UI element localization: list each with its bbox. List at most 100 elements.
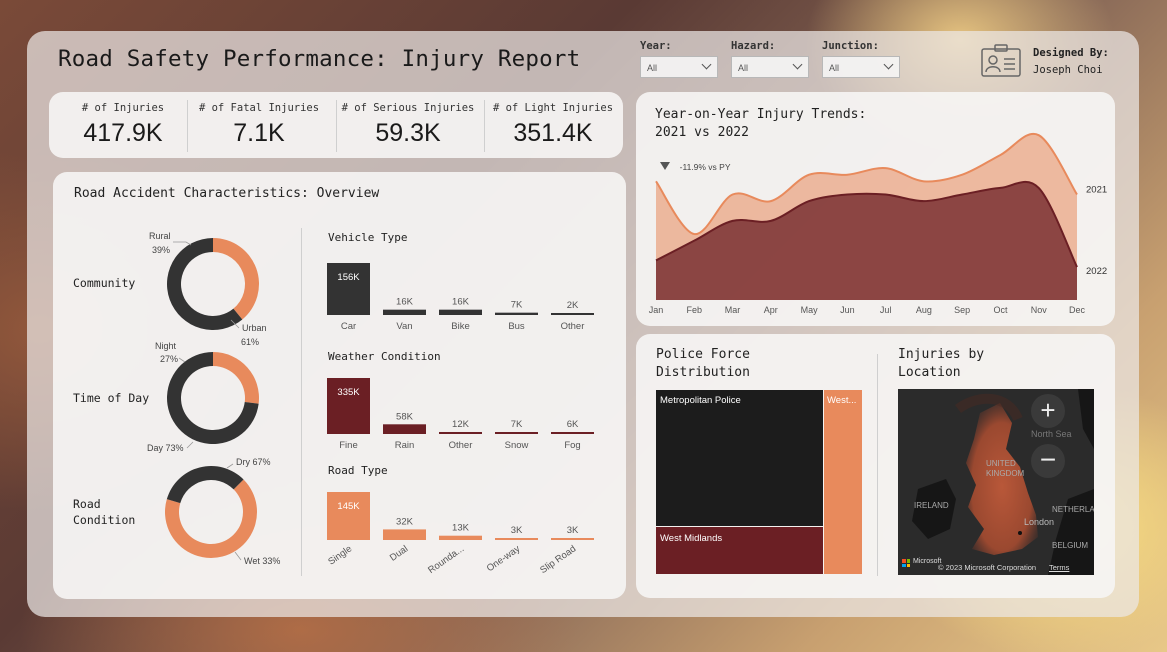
bar[interactable] xyxy=(439,309,482,315)
hazard-slicer-label: Hazard: xyxy=(731,40,776,52)
bar-data-label: 16K xyxy=(396,297,414,308)
bar-category-label: One-way xyxy=(485,543,523,574)
kpi-label: # of Light Injuries xyxy=(492,102,614,114)
bar[interactable] xyxy=(327,263,370,315)
bar[interactable] xyxy=(495,432,538,434)
bar-data-label: 12K xyxy=(452,419,470,430)
bar-category-label: Single xyxy=(326,543,354,567)
bar-data-label: 3K xyxy=(567,525,579,536)
x-tick-label: Mar xyxy=(725,305,741,315)
bar-data-label: 335K xyxy=(337,387,360,398)
x-tick-label: Jul xyxy=(880,305,892,315)
map-title: Injuries by Location xyxy=(898,347,985,380)
bar[interactable] xyxy=(495,312,538,315)
junction-slicer[interactable]: Junction: All xyxy=(822,40,900,78)
junction-slicer-label: Junction: xyxy=(822,40,879,52)
junction-dropdown[interactable]: All xyxy=(822,56,900,78)
kpi-value: 417.9K xyxy=(83,119,163,147)
x-tick-label: Nov xyxy=(1031,305,1048,315)
kpi-card: # of Injuries 417.9K # of Fatal Injuries… xyxy=(49,92,623,158)
bar[interactable] xyxy=(551,538,594,540)
bar[interactable] xyxy=(383,529,426,540)
bar[interactable] xyxy=(495,538,538,540)
designer-label: Designed By: xyxy=(1033,47,1109,59)
overview-card: Road Accident Characteristics: Overview … xyxy=(53,172,626,599)
bar-data-label: 7K xyxy=(511,300,523,311)
x-tick-label: Apr xyxy=(764,305,778,315)
map-terms-link[interactable]: Terms xyxy=(1049,563,1069,572)
map-label-belgium: BELGIUM xyxy=(1052,541,1089,550)
kpi-fatal: # of Fatal Injuries 7.1K xyxy=(185,92,333,158)
area-2022[interactable] xyxy=(656,181,1077,300)
year-slicer-label: Year: xyxy=(640,40,672,52)
map-label-uk: UNITED KINGDOM xyxy=(986,459,1025,478)
x-tick-label: Oct xyxy=(993,305,1008,315)
bar-category-label: Car xyxy=(341,321,356,332)
x-tick-label: Jun xyxy=(840,305,855,315)
bar[interactable] xyxy=(327,492,370,540)
chevron-down-icon xyxy=(701,59,712,70)
map-attribution: © 2023 Microsoft Corporation xyxy=(938,563,1037,572)
bar-category-label: Van xyxy=(396,321,412,332)
year-dropdown[interactable]: All xyxy=(640,56,718,78)
bar-category-label: Dual xyxy=(388,543,410,563)
bar-data-label: 156K xyxy=(337,272,360,283)
bar[interactable] xyxy=(439,431,482,434)
distribution-card: Police Force Distribution Injuries by Lo… xyxy=(636,334,1115,598)
x-tick-label: Jan xyxy=(649,305,664,315)
kpi-value: 351.4K xyxy=(513,119,593,147)
map-label-netherlands: NETHERLANDS xyxy=(1052,505,1094,514)
treemap: Metropolitan Police West Midlands West..… xyxy=(656,390,862,574)
map-label-london: London xyxy=(1024,517,1055,527)
bar[interactable] xyxy=(383,424,426,434)
treemap-tile[interactable]: Metropolitan Police xyxy=(656,390,823,526)
bar-category-label: Rain xyxy=(395,440,415,451)
trend-card: Year-on-Year Injury Trends: 2021 vs 2022… xyxy=(636,92,1115,326)
bar-category-label: Snow xyxy=(505,440,529,451)
bar-category-label: Rounda... xyxy=(426,543,466,576)
zoom-in-button[interactable]: + xyxy=(1031,394,1065,428)
bar[interactable] xyxy=(551,432,594,434)
bar-data-label: 2K xyxy=(567,300,579,311)
designer-info: Designed By: Joseph Choi xyxy=(980,44,1109,82)
treemap-tile-label: West Midlands xyxy=(660,533,723,544)
id-card-icon xyxy=(981,44,1021,77)
bar-data-label: 16K xyxy=(452,297,470,308)
designer-name: Joseph Choi xyxy=(1033,64,1103,76)
microsoft-logo-icon xyxy=(902,559,910,567)
bar-charts: 156K Car 16K Van 16K Bike 7K Bus 2K Other 335K Fine… xyxy=(326,263,594,576)
bar[interactable] xyxy=(551,313,594,315)
bar-category-label: Bike xyxy=(451,321,469,332)
chevron-down-icon xyxy=(792,59,803,70)
trend-area-chart: 2021 2022 Jan Feb Mar Apr May Jun Jul Aug Sep Oct No… xyxy=(649,132,1107,315)
series-label: 2021 xyxy=(1086,185,1107,196)
map-view[interactable]: + − North Sea UNITED KINGDOM IRELAND NET… xyxy=(898,389,1094,575)
bar[interactable] xyxy=(383,309,426,315)
bar-data-label: 13K xyxy=(452,523,470,534)
year-dropdown-value: All xyxy=(647,63,658,73)
x-tick-label: Aug xyxy=(916,305,932,315)
treemap-tile-label: West... xyxy=(827,395,857,406)
divider xyxy=(877,354,878,576)
map-label-ireland: IRELAND xyxy=(914,501,949,510)
kpi-value: 59.3K xyxy=(375,119,441,147)
bar[interactable] xyxy=(439,535,482,540)
x-tick-label: Feb xyxy=(687,305,703,315)
hazard-dropdown[interactable]: All xyxy=(731,56,809,78)
bar-category-label: Slip Road xyxy=(538,543,578,576)
treemap-tile[interactable]: West... xyxy=(824,390,862,574)
bar-data-label: 145K xyxy=(337,501,360,512)
zoom-out-button[interactable]: − xyxy=(1031,444,1065,478)
bar-data-label: 7K xyxy=(511,419,523,430)
junction-dropdown-value: All xyxy=(829,63,840,73)
bar-data-label: 6K xyxy=(567,419,579,430)
chevron-down-icon xyxy=(883,59,894,70)
treemap-tile[interactable]: West Midlands xyxy=(656,527,823,574)
hazard-slicer[interactable]: Hazard: All xyxy=(731,40,809,78)
bar-category-label: Other xyxy=(561,321,585,332)
bar-data-label: 58K xyxy=(396,411,414,422)
year-slicer[interactable]: Year: All xyxy=(640,40,718,78)
x-tick-label: Dec xyxy=(1069,305,1086,315)
police-force-title: Police Force Distribution xyxy=(656,347,750,380)
bar-category-label: Fog xyxy=(564,440,580,451)
